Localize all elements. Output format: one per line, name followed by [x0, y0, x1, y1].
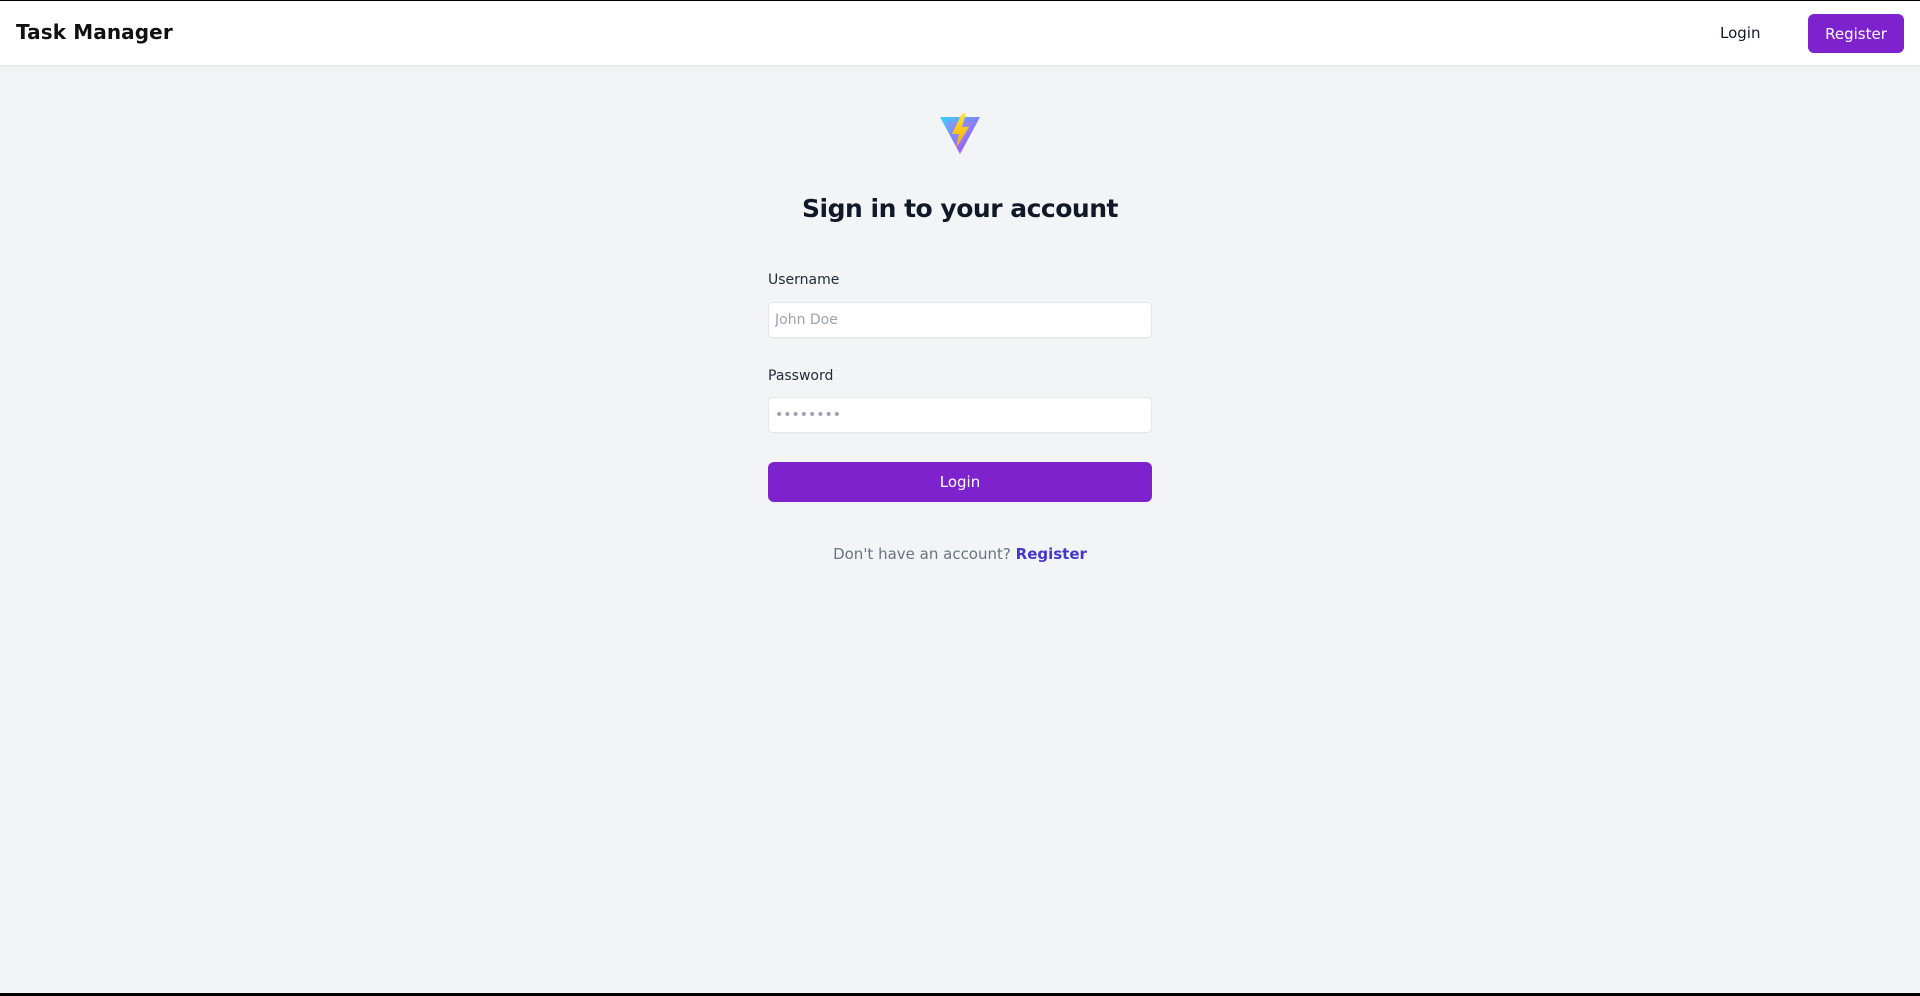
- vite-logo-icon: [940, 113, 980, 154]
- username-label: Username: [768, 272, 840, 288]
- page-title: Sign in to your account: [802, 194, 1118, 223]
- username-input[interactable]: [768, 302, 1152, 338]
- app-root: Task Manager Login Register Sign in to y…: [0, 1, 1920, 993]
- nav-login-link[interactable]: Login: [1720, 24, 1760, 42]
- register-prompt-text: Don't have an account?: [833, 545, 1011, 563]
- register-link[interactable]: Register: [1016, 545, 1087, 563]
- brand-title: Task Manager: [16, 20, 173, 44]
- register-prompt: Don't have an account? Register: [660, 545, 1260, 563]
- password-input[interactable]: [768, 397, 1152, 433]
- login-submit-button[interactable]: Login: [768, 462, 1152, 502]
- top-navbar: Task Manager Login Register: [0, 1, 1920, 66]
- password-label: Password: [768, 368, 834, 384]
- nav-register-button[interactable]: Register: [1808, 14, 1904, 53]
